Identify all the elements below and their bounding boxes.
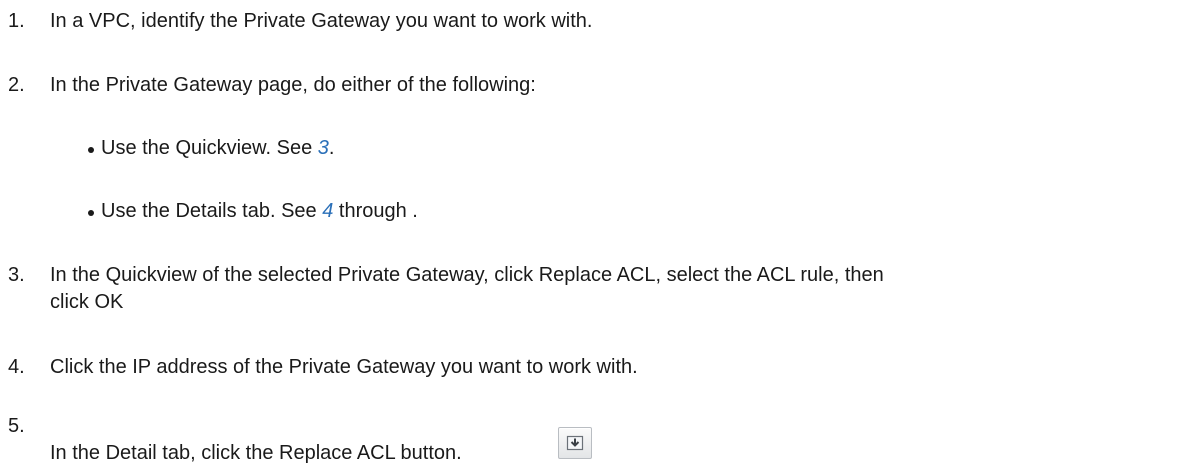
bullet-text: Use the Details tab. See [101, 200, 323, 222]
document-page: 1. In a VPC, identify the Private Gatewa… [0, 0, 1186, 470]
bullet-suffix: . [328, 137, 335, 159]
step-number: 1. [8, 10, 25, 32]
step-number: 5. [8, 415, 25, 437]
download-arrow-icon [566, 435, 584, 451]
bullet-suffix: through . [333, 200, 418, 222]
step-text-continued: click OK [50, 291, 124, 313]
step-3-link[interactable]: 3 [318, 137, 329, 159]
bullet-dot-icon [88, 147, 94, 153]
step-4-link[interactable]: 4 [322, 200, 333, 222]
step-text: Click the IP address of the Private Gate… [50, 356, 638, 378]
step-number: 3. [8, 264, 25, 286]
step-text: In the Detail tab, click the Replace ACL… [50, 442, 462, 464]
step-text: In the Quickview of the selected Private… [50, 264, 884, 286]
step-number: 4. [8, 356, 25, 378]
bullet-dot-icon [88, 210, 94, 216]
replace-acl-icon [558, 427, 592, 459]
step-text: In a VPC, identify the Private Gateway y… [50, 10, 593, 32]
step-number: 2. [8, 74, 25, 96]
bullet-text: Use the Quickview. See [101, 137, 318, 159]
step-text: In the Private Gateway page, do either o… [50, 74, 536, 96]
